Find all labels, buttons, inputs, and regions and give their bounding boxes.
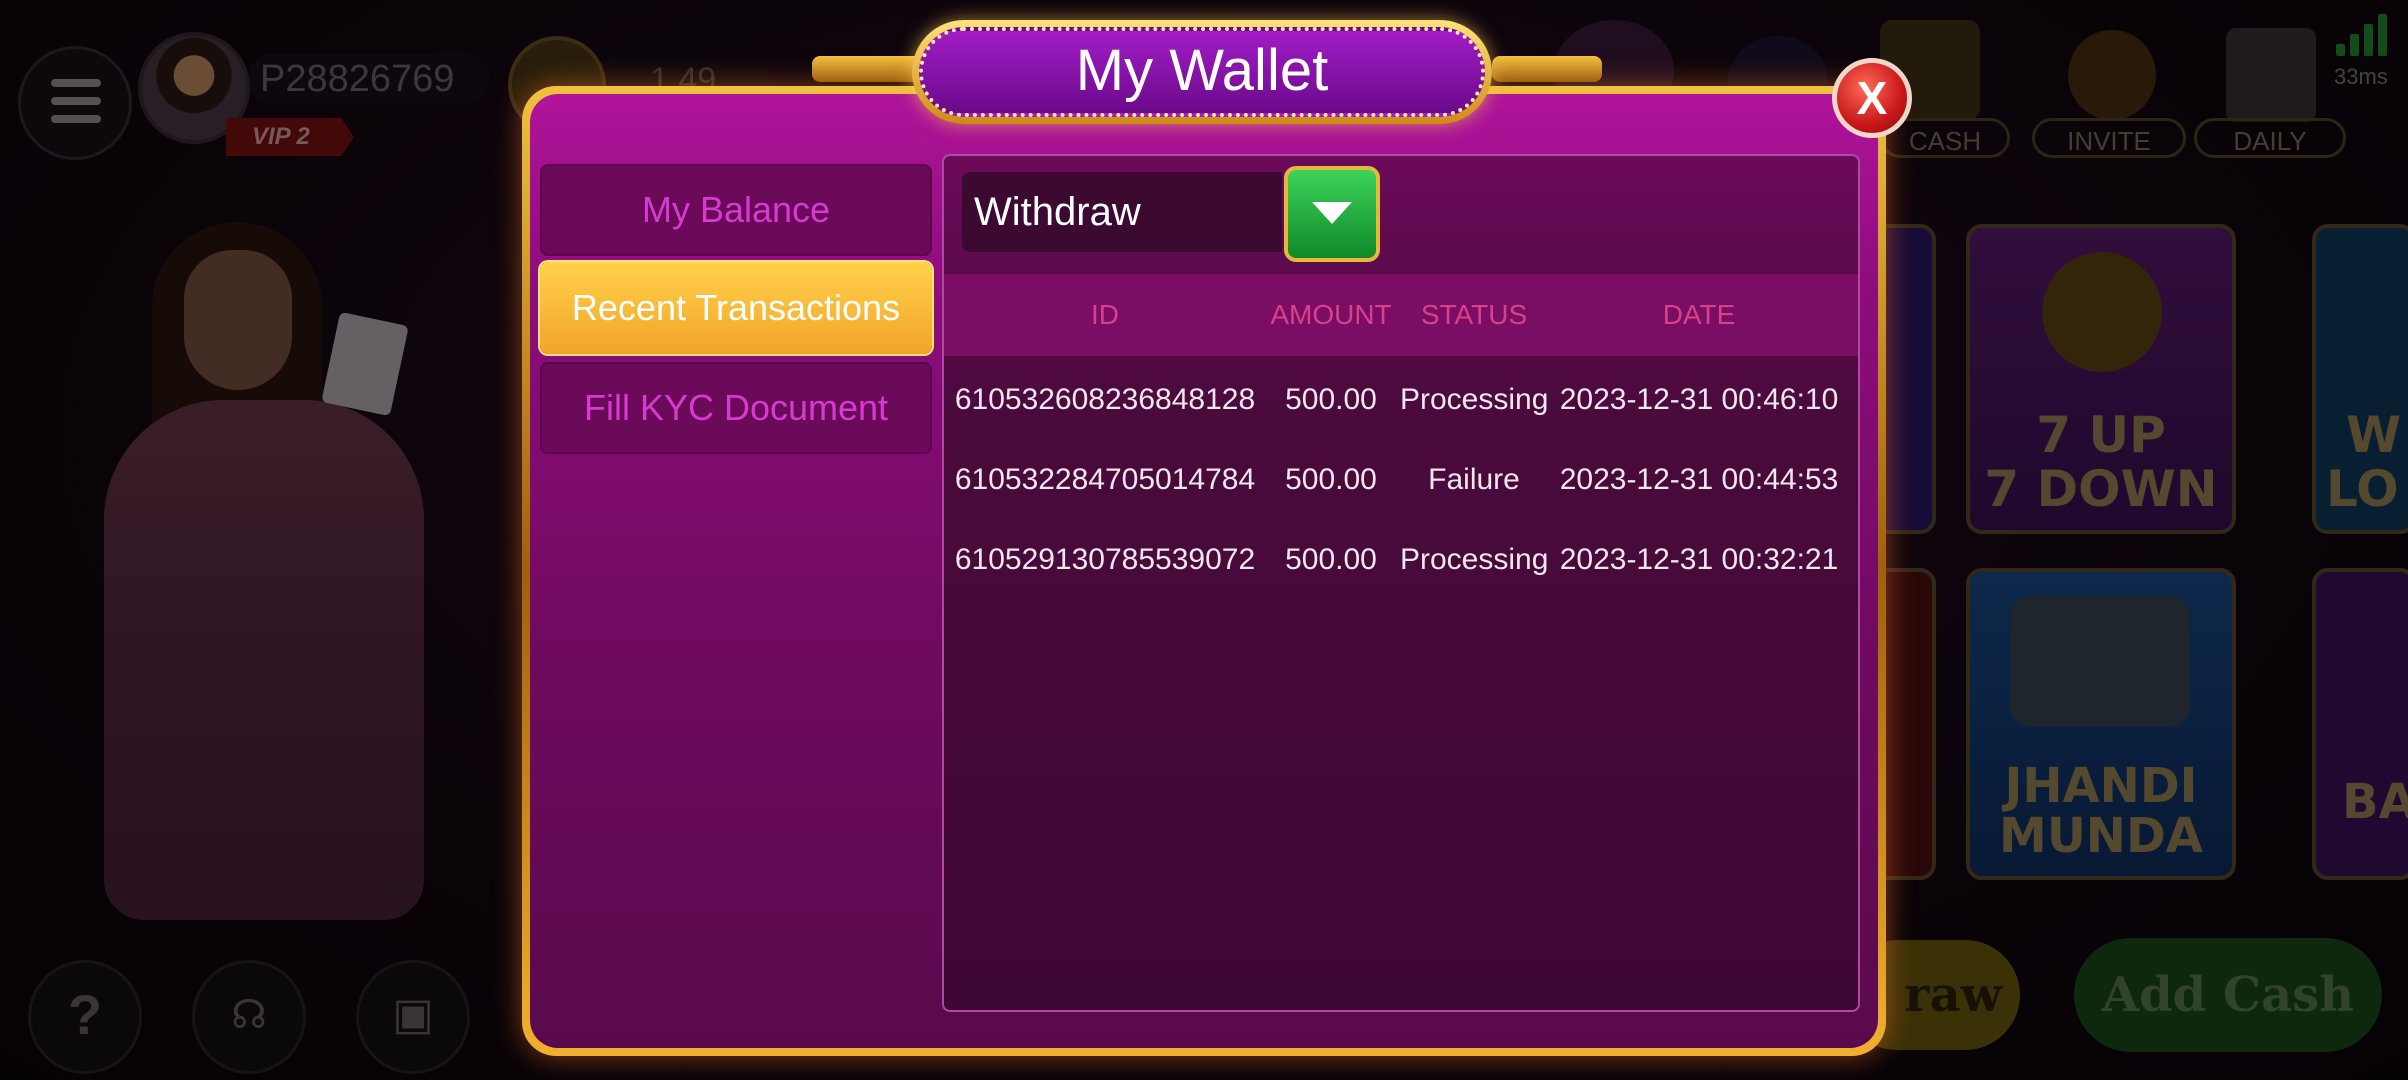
transaction-type-select[interactable]: Withdraw [962, 172, 1282, 252]
column-header-id: ID [1091, 299, 1119, 330]
wallet-title-plate: My Wallet [912, 20, 1492, 124]
close-button[interactable]: X [1832, 58, 1912, 138]
cell-status: Failure [1428, 463, 1520, 496]
cell-amount: 500.00 [1285, 383, 1377, 416]
column-header-amount: AMOUNT [1270, 299, 1392, 330]
cell-status: Processing [1400, 543, 1549, 576]
cell-date: 2023-12-31 00:46:10 [1559, 383, 1839, 416]
column-header-status: STATUS [1420, 299, 1528, 330]
dropdown-arrow-icon[interactable] [1284, 166, 1380, 262]
cell-date: 2023-12-31 00:32:21 [1559, 543, 1839, 576]
title-ornament [1492, 56, 1602, 82]
nav-my-balance[interactable]: My Balance [540, 164, 932, 256]
nav-recent-transactions[interactable]: Recent Transactions [540, 262, 932, 354]
wallet-title: My Wallet [919, 27, 1485, 117]
cell-id: 610532284705014784 [954, 463, 1256, 496]
cell-id: 610529130785539072 [954, 543, 1256, 576]
nav-fill-kyc-document[interactable]: Fill KYC Document [540, 362, 932, 454]
cell-status: Processing [1400, 383, 1549, 416]
cell-amount: 500.00 [1285, 463, 1377, 496]
cell-id: 610532608236848128 [954, 383, 1256, 416]
column-header-date: DATE [1662, 299, 1736, 330]
cell-amount: 500.00 [1285, 543, 1377, 576]
title-ornament [812, 56, 922, 82]
cell-date: 2023-12-31 00:44:53 [1559, 463, 1839, 496]
